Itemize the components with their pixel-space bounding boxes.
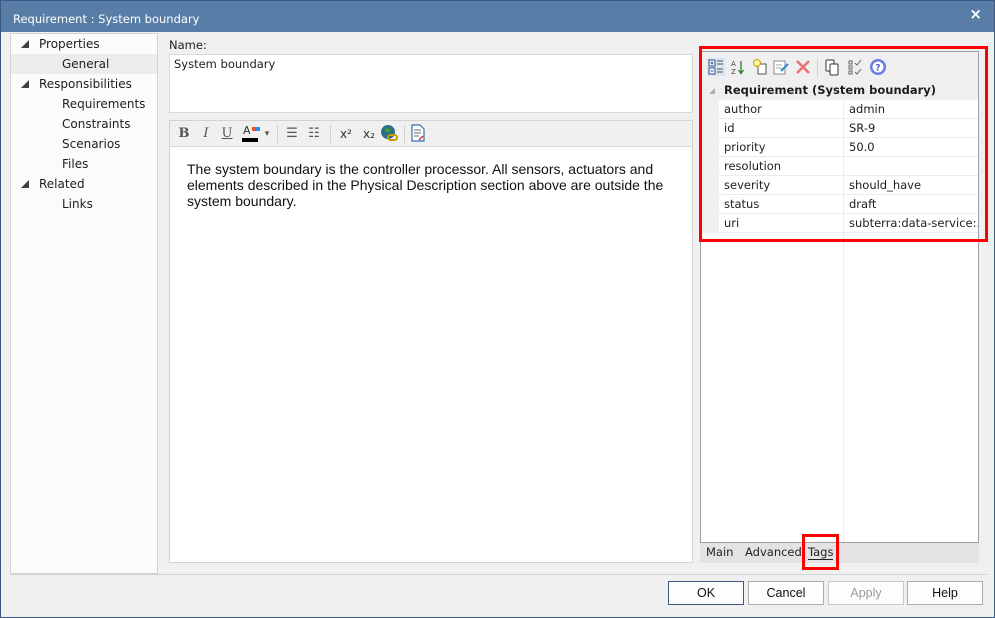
font-color-dropdown-icon[interactable]: ▾	[262, 124, 272, 144]
separator	[404, 125, 405, 143]
tag-value[interactable]: admin	[844, 100, 978, 119]
font-color-button[interactable]: A	[242, 124, 260, 144]
expand-triangle-icon[interactable]	[21, 180, 29, 188]
nav-item-scenarios[interactable]: Scenarios	[11, 134, 157, 154]
edit-tag-icon[interactable]	[772, 58, 790, 76]
color-swatch-blue	[256, 127, 260, 131]
nav-label: General	[62, 57, 110, 71]
help-button[interactable]: Help	[907, 581, 983, 605]
tag-key: severity	[719, 176, 844, 195]
ok-button[interactable]: OK	[668, 581, 744, 605]
bullet-list-icon[interactable]: ☰	[284, 124, 300, 144]
tag-row[interactable]: resolution	[701, 157, 978, 176]
categorized-view-icon[interactable]	[707, 58, 725, 76]
tag-key: author	[719, 100, 844, 119]
tag-row[interactable]: author admin	[701, 100, 978, 119]
tag-value[interactable]: subterra:data-service:...	[844, 214, 978, 233]
tab-tags[interactable]: Tags	[808, 545, 834, 560]
bold-button[interactable]: B	[176, 124, 192, 144]
tag-key: status	[719, 195, 844, 214]
tag-value[interactable]: should_have	[844, 176, 978, 195]
name-label: Name:	[169, 38, 207, 52]
superscript-button[interactable]: x²	[337, 124, 355, 144]
column-divider[interactable]	[843, 233, 844, 542]
document-icon[interactable]	[410, 124, 426, 144]
title-bar: Requirement : System boundary ×	[1, 1, 994, 32]
nav-label: Properties	[39, 37, 100, 51]
nav-item-requirements[interactable]: Requirements	[11, 94, 157, 114]
tag-row[interactable]: id SR-9	[701, 119, 978, 138]
collapse-triangle-icon[interactable]	[709, 88, 715, 94]
tag-row[interactable]: severity should_have	[701, 176, 978, 195]
tag-key: id	[719, 119, 844, 138]
nav-label: Scenarios	[62, 137, 121, 151]
new-tag-icon[interactable]	[751, 58, 769, 76]
svg-text:?: ?	[875, 64, 880, 74]
cancel-button[interactable]: Cancel	[748, 581, 824, 605]
notes-editor[interactable]: B I U A ▾ ☰ ☷ x² x₂ The system boundary …	[169, 120, 693, 563]
document-icon-graphic	[411, 124, 425, 142]
globe-link-icon	[381, 125, 398, 141]
nav-label: Files	[62, 157, 89, 171]
nav-item-general[interactable]: General	[11, 54, 157, 74]
tag-row[interactable]: uri subterra:data-service:...	[701, 214, 978, 233]
name-input[interactable]: System boundary	[169, 54, 693, 113]
notes-text[interactable]: The system boundary is the controller pr…	[187, 161, 677, 209]
delete-tag-icon[interactable]	[794, 58, 812, 76]
expand-triangle-icon[interactable]	[21, 80, 29, 88]
italic-button[interactable]: I	[198, 124, 214, 144]
numbered-list-icon[interactable]: ☷	[306, 124, 322, 144]
nav-label: Requirements	[62, 97, 146, 111]
tab-main[interactable]: Main	[706, 545, 733, 559]
separator	[817, 59, 818, 77]
hyperlink-icon[interactable]	[380, 124, 398, 144]
tag-value[interactable]: draft	[844, 195, 978, 214]
tags-toolbar: AZ ?	[701, 52, 978, 81]
color-bar	[242, 138, 258, 142]
nav-item-files[interactable]: Files	[11, 154, 157, 174]
tagged-values-panel: AZ ? Requirement (System boundary) autho…	[700, 51, 979, 543]
separator	[330, 125, 331, 143]
tag-value[interactable]: SR-9	[844, 119, 978, 138]
nav-label: Links	[62, 197, 93, 211]
apply-button[interactable]: Apply	[828, 581, 904, 605]
window-title: Requirement : System boundary	[13, 12, 200, 26]
nav-item-links[interactable]: Links	[11, 194, 157, 214]
subscript-button[interactable]: x₂	[360, 124, 378, 144]
tag-value[interactable]	[844, 157, 978, 176]
nav-label: Responsibilities	[39, 77, 132, 91]
tag-key: uri	[719, 214, 844, 233]
requirement-dialog: Requirement : System boundary × Properti…	[0, 0, 995, 618]
tag-key: priority	[719, 138, 844, 157]
close-icon[interactable]: ×	[969, 5, 982, 23]
tab-advanced[interactable]: Advanced	[745, 545, 802, 559]
svg-text:Z: Z	[731, 68, 736, 76]
expand-triangle-icon[interactable]	[21, 40, 29, 48]
copy-icon[interactable]	[823, 58, 841, 76]
tag-group-header[interactable]: Requirement (System boundary)	[701, 81, 978, 100]
underline-button[interactable]: U	[219, 124, 235, 144]
svg-text:A: A	[731, 60, 736, 68]
tag-row[interactable]: priority 50.0	[701, 138, 978, 157]
nav-item-related[interactable]: Related	[11, 174, 157, 194]
footer-divider	[10, 574, 987, 575]
separator	[277, 125, 278, 143]
nav-item-responsibilities[interactable]: Responsibilities	[11, 74, 157, 94]
tag-group-title: Requirement (System boundary)	[724, 83, 937, 97]
tag-value[interactable]: 50.0	[844, 138, 978, 157]
sort-alpha-icon[interactable]: AZ	[729, 58, 747, 76]
nav-label: Constraints	[62, 117, 131, 131]
checklist-icon[interactable]	[846, 58, 864, 76]
tag-row[interactable]: status draft	[701, 195, 978, 214]
properties-tabs: Main Advanced Tags	[700, 543, 979, 563]
nav-item-constraints[interactable]: Constraints	[11, 114, 157, 134]
navigation-tree: Properties General Responsibilities Requ…	[10, 33, 158, 574]
editor-toolbar: B I U A ▾ ☰ ☷ x² x₂	[170, 121, 692, 147]
nav-label: Related	[39, 177, 85, 191]
tag-key: resolution	[719, 157, 844, 176]
nav-item-properties[interactable]: Properties	[11, 34, 157, 54]
help-icon[interactable]: ?	[869, 58, 887, 76]
